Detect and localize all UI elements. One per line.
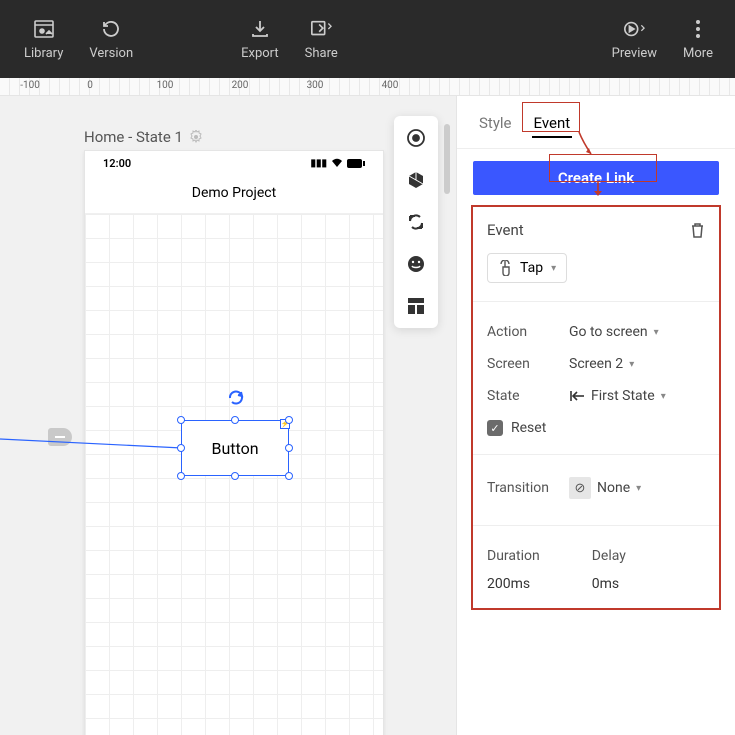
- create-link-button[interactable]: Create Link: [473, 161, 719, 195]
- gear-icon[interactable]: [189, 130, 203, 144]
- version-button[interactable]: Version: [85, 10, 137, 69]
- state-value: First State: [591, 388, 655, 404]
- action-row[interactable]: Action Go to screen ▾: [487, 316, 705, 348]
- wifi-icon: [331, 158, 343, 168]
- share-icon: [310, 18, 332, 40]
- state-row[interactable]: State First State ▾: [487, 380, 705, 412]
- trigger-selector[interactable]: Tap ▾: [487, 253, 567, 283]
- resize-handle[interactable]: [231, 416, 239, 424]
- resize-handle[interactable]: [177, 472, 185, 480]
- screen-row[interactable]: Screen Screen 2 ▾: [487, 348, 705, 380]
- status-bar: 12:00 ▮▮▮: [85, 151, 383, 175]
- event-section-title: Event: [487, 221, 524, 239]
- version-icon: [100, 18, 122, 40]
- scrollbar-thumb[interactable]: [444, 124, 450, 194]
- duration-value: 200ms: [487, 576, 540, 592]
- chevron-down-icon: ▾: [629, 359, 634, 370]
- transition-value: None: [597, 480, 630, 496]
- resize-handle[interactable]: [177, 444, 185, 452]
- state-label: State: [487, 388, 569, 404]
- more-icon: [687, 18, 709, 40]
- tap-icon: [498, 260, 512, 276]
- canvas-area[interactable]: Home - State 1 12:00 ▮▮▮ Demo Proj: [0, 96, 456, 735]
- cube-tool-icon[interactable]: [404, 168, 428, 192]
- screen-title[interactable]: Home - State 1: [84, 128, 203, 146]
- trigger-label: Tap: [520, 260, 543, 276]
- reset-label: Reset: [511, 420, 546, 436]
- resize-handle[interactable]: [177, 416, 185, 424]
- ruler-tick: 300: [307, 80, 324, 91]
- first-state-icon: [569, 390, 585, 402]
- share-button[interactable]: Share: [301, 10, 342, 69]
- connection-line: [0, 214, 200, 474]
- ruler-tick: 200: [232, 80, 249, 91]
- device-frame[interactable]: 12:00 ▮▮▮ Demo Project: [84, 150, 384, 735]
- inspector-tabs: Style Event: [457, 96, 735, 149]
- preview-button[interactable]: Preview: [608, 10, 661, 69]
- export-icon: [249, 18, 271, 40]
- more-button[interactable]: More: [679, 10, 717, 69]
- status-icons: ▮▮▮: [310, 158, 365, 169]
- ruler-tick: 100: [157, 80, 174, 91]
- target-tool-icon[interactable]: [404, 126, 428, 150]
- reset-checkbox[interactable]: ✓ Reset: [487, 412, 546, 436]
- resize-handle[interactable]: [231, 472, 239, 480]
- button-text: Button: [211, 439, 258, 458]
- chevron-down-icon: ▾: [551, 263, 556, 274]
- resize-handle[interactable]: [285, 444, 293, 452]
- share-label: Share: [305, 46, 338, 61]
- emoji-tool-icon[interactable]: [404, 252, 428, 276]
- device-canvas[interactable]: ⚡ Button: [85, 214, 383, 735]
- device-title: Demo Project: [85, 175, 383, 214]
- chevron-down-icon: ▾: [654, 327, 659, 338]
- resize-handle[interactable]: [285, 416, 293, 424]
- version-label: Version: [89, 46, 133, 61]
- export-label: Export: [241, 46, 279, 61]
- status-time: 12:00: [103, 157, 131, 170]
- resize-handle[interactable]: [285, 472, 293, 480]
- note-badge[interactable]: [48, 428, 72, 446]
- delay-value: 0ms: [592, 576, 626, 592]
- chevron-down-icon: ▾: [636, 483, 641, 494]
- preview-icon: [623, 18, 645, 40]
- checkbox-checked-icon: ✓: [487, 420, 503, 436]
- rotate-icon[interactable]: [227, 389, 245, 407]
- chevron-down-icon: ▾: [661, 391, 666, 402]
- export-button[interactable]: Export: [237, 10, 283, 69]
- library-button[interactable]: Library: [20, 10, 67, 69]
- none-icon: ⊘: [569, 477, 591, 499]
- ruler-horizontal: -100 0 100 200 300 400: [0, 78, 735, 96]
- transition-row[interactable]: Transition ⊘ None ▾: [487, 469, 705, 507]
- transition-label: Transition: [487, 480, 569, 496]
- signal-icon: ▮▮▮: [310, 158, 327, 169]
- tab-event[interactable]: Event: [532, 110, 573, 138]
- screen-value: Screen 2: [569, 356, 623, 372]
- ruler-tick: -100: [20, 80, 40, 91]
- screen-label: Screen: [487, 356, 569, 372]
- ruler-tick: 400: [382, 80, 399, 91]
- delay-label: Delay: [592, 548, 626, 564]
- library-icon: [33, 18, 55, 40]
- top-toolbar: Library Version Export Share Pre: [0, 0, 735, 78]
- duration-label: Duration: [487, 548, 540, 564]
- floating-toolbar: [394, 116, 438, 328]
- action-label: Action: [487, 324, 569, 340]
- more-label: More: [683, 46, 713, 61]
- delay-field[interactable]: Delay 0ms: [592, 540, 626, 592]
- library-label: Library: [24, 46, 63, 61]
- tab-style[interactable]: Style: [477, 110, 514, 138]
- ruler-tick: 0: [87, 80, 93, 91]
- event-panel: Event Tap ▾ Action Go to screen: [471, 205, 721, 610]
- preview-label: Preview: [612, 46, 657, 61]
- action-value: Go to screen: [569, 324, 648, 340]
- sync-tool-icon[interactable]: [404, 210, 428, 234]
- screen-title-text: Home - State 1: [84, 128, 183, 146]
- duration-field[interactable]: Duration 200ms: [487, 540, 540, 592]
- selected-button-widget[interactable]: ⚡ Button: [181, 420, 289, 476]
- layout-tool-icon[interactable]: [404, 294, 428, 318]
- battery-icon: [347, 159, 365, 168]
- trash-icon[interactable]: [690, 222, 705, 238]
- inspector-panel: Style Event Create Link Event: [456, 96, 735, 735]
